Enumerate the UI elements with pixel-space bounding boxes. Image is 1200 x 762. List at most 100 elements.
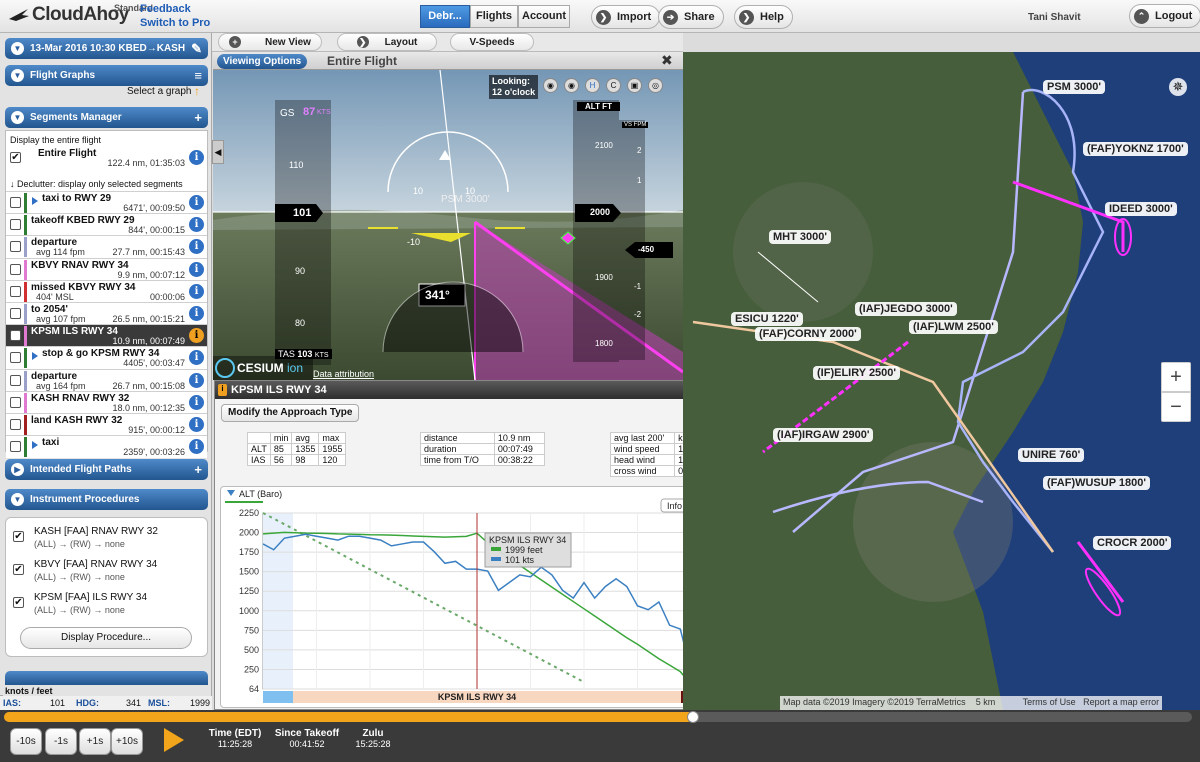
flight-graphs-header[interactable]: ▼ Flight Graphs ≡ [5,65,208,86]
map-waypoint-label[interactable]: PSM 3000' [1043,80,1105,94]
segment-row[interactable]: KASH RNAV RWY 32 18.0 nm, 00:12:35 i [6,390,207,414]
procedure-item[interactable]: ✔ KBVY [FAA] RNAV RWY 34 (ALL) → (RW) → no… [6,555,207,588]
add-path-icon[interactable]: + [194,462,202,477]
add-segment-icon[interactable]: + [194,110,202,125]
segment-row[interactable]: KBVY RNAV RWY 34 9.9 nm, 00:07:12 i [6,257,207,281]
logout-button[interactable]: ⌃ Logout [1129,4,1200,28]
map-waypoint-label[interactable]: (FAF)YOKNZ 1700' [1083,142,1188,156]
view-c-icon[interactable]: C [606,78,621,93]
view-h-icon[interactable]: H [585,78,600,93]
info-icon[interactable]: i [189,417,204,432]
play-segment-icon[interactable] [32,197,38,205]
info-icon[interactable]: i [189,261,204,277]
view-top-icon[interactable]: ▣ [627,78,642,93]
segment-row[interactable]: stop & go KPSM RWY 34 4405', 00:03:47 i [6,346,207,370]
segment-checkbox[interactable] [10,197,21,208]
intended-paths-header[interactable]: ▶ Intended Flight Paths + [5,459,208,480]
forward-1s-button[interactable]: +1s [79,728,111,755]
timeline-handle[interactable] [687,711,700,723]
approach-chart[interactable]: 2250200017501500125010007505002506413012… [220,486,740,708]
map-waypoint-label[interactable]: (IAF)LWM 2500' [909,320,998,334]
procedure-checkbox[interactable]: ✔ [13,531,24,542]
segment-checkbox[interactable] [10,419,21,430]
display-procedure-button[interactable]: Display Procedure... [20,627,192,649]
segment-row[interactable]: taxi to RWY 29 6471', 00:09:50 i [6,191,207,214]
segment-row[interactable]: departure avg 164 fpm 26.7 nm, 00:15:08 i [6,368,207,392]
map-waypoint-label[interactable]: (FAF)WUSUP 1800' [1043,476,1150,490]
layout-button[interactable]: ❯ Layout [337,33,437,51]
new-view-button[interactable]: + New View [218,33,322,51]
info-icon[interactable]: i [189,283,204,299]
terms-link[interactable]: Terms of Use [1023,697,1076,707]
procedures-header[interactable]: ▼ Instrument Procedures [5,489,208,510]
segment-checkbox[interactable] [10,441,21,453]
modify-approach-button[interactable]: Modify the Approach Type [221,404,360,422]
segments-manager-header[interactable]: ▼ Segments Manager + [5,107,208,128]
share-button[interactable]: ➔ Share [658,5,724,29]
view-chase-icon[interactable]: ◉ [564,78,579,93]
menu-icon[interactable]: ≡ [194,68,202,83]
close-viewer-icon[interactable]: ✖ [661,52,673,69]
play-icon[interactable] [164,728,184,752]
help-button[interactable]: ❯ Help [734,5,793,29]
timeline-track[interactable] [4,712,1192,722]
viewing-options-button[interactable]: Viewing Options [217,54,308,69]
info-icon[interactable]: i [189,350,204,366]
map-waypoint-label[interactable]: (IF)ELIRY 2500' [813,366,901,380]
map-waypoint-label[interactable]: IDEED 3000' [1105,202,1177,216]
segment-checkbox[interactable] [10,374,21,386]
info-icon[interactable]: i [189,439,204,455]
play-segment-icon[interactable] [32,352,38,361]
back-10s-button[interactable]: -10s [10,728,42,755]
info-icon[interactable]: i [189,195,204,210]
info-icon[interactable]: i [189,372,204,388]
vspeeds-button[interactable]: V-Speeds [450,33,534,51]
segment-entire-flight[interactable]: ✔ Entire Flight 122.4 nm, 01:35:03 i [6,147,207,171]
collapsed-panel-header[interactable] [5,671,208,685]
map-waypoint-label[interactable]: CROCR 2000' [1093,536,1172,550]
import-button[interactable]: ❯ Import [591,5,661,29]
info-icon[interactable]: i [189,306,204,321]
back-1s-button[interactable]: -1s [45,728,77,755]
segment-row[interactable]: departure avg 114 fpm 27.7 nm, 00:15:43 i [6,235,207,259]
feedback-link[interactable]: Feedback [140,3,191,15]
play-segment-icon[interactable] [32,441,38,450]
app-logo[interactable]: CloudAhoy [8,4,129,26]
map-waypoint-label[interactable]: (IAF)JEGDO 3000' [855,302,957,316]
report-error-link[interactable]: Report a map error [1083,697,1159,707]
segment-checkbox[interactable] [10,263,21,275]
map-waypoint-label[interactable]: MHT 3000' [769,230,831,244]
pencil-icon[interactable]: ✎ [191,41,202,57]
segment-checkbox[interactable]: ✔ [10,152,21,163]
segment-checkbox[interactable] [10,352,21,364]
map-settings-icon[interactable]: ✵ [1169,78,1187,96]
map-view[interactable]: PSM 3000' (FAF)YOKNZ 1700' IDEED 3000' MHT … [683,52,1200,710]
procedure-item[interactable]: ✔ KASH [FAA] RNAV RWY 32 (ALL) → (RW) → no… [6,522,207,555]
segment-checkbox[interactable] [10,285,21,297]
data-attribution-link[interactable]: Data attribution [313,369,374,379]
view-eye-icon[interactable]: ◉ [543,78,558,93]
select-graph-link[interactable]: Select a graph [127,86,192,97]
tab-flights[interactable]: Flights [470,5,518,28]
3d-viewer[interactable]: GS 87 KTS 110 90 80 101 TAS 103 KTS ALT … [213,52,683,380]
zoom-in-button[interactable]: + [1161,362,1191,392]
map-waypoint-label[interactable]: (IAF)IRGAW 2900' [773,428,874,442]
info-icon[interactable]: i [189,239,204,255]
info-icon[interactable]: i [189,150,204,165]
segment-row[interactable]: land KASH RWY 32 915', 00:00:12 i [6,413,207,436]
segment-checkbox[interactable] [10,241,21,253]
segment-row[interactable]: taxi 2359', 00:03:26 i [6,435,207,459]
tab-account[interactable]: Account [518,5,570,28]
segment-row[interactable]: missed KBVY RWY 34 404' MSL 00:00:06 i [6,279,207,303]
map-waypoint-label[interactable]: (FAF)CORNY 2000' [755,327,861,341]
procedure-checkbox[interactable]: ✔ [13,564,24,575]
procedure-item[interactable]: ✔ KPSM [FAA] ILS RWY 34 (ALL) → (RW) → non… [6,588,207,621]
segment-row[interactable]: takeoff KBED RWY 29 844', 00:00:15 i [6,213,207,237]
info-icon[interactable]: i [189,394,204,410]
forward-10s-button[interactable]: +10s [111,728,143,755]
switch-pro-link[interactable]: Switch to Pro [140,17,210,29]
collapse-panel-handle[interactable]: ◀ [212,140,224,164]
tab-debrief[interactable]: Debr... [420,5,470,28]
view-free-icon[interactable]: ◎ [648,78,663,93]
segment-checkbox[interactable] [10,219,21,231]
